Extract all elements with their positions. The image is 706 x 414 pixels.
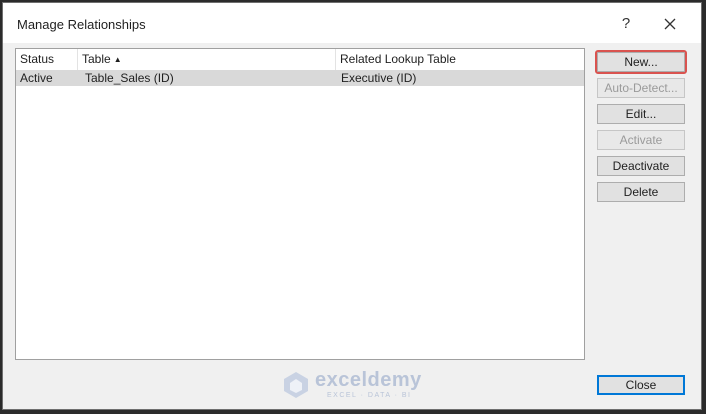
title-bar: Manage Relationships ? bbox=[3, 3, 701, 43]
column-header-label: Related Lookup Table bbox=[340, 52, 456, 66]
relationships-list[interactable]: Status Table ▲ Related Lookup Table Activ… bbox=[15, 48, 585, 360]
column-header-related-lookup-table[interactable]: Related Lookup Table bbox=[336, 49, 584, 70]
exceldemy-watermark: exceldemy EXCEL · DATA · BI bbox=[283, 369, 433, 403]
help-button[interactable]: ? bbox=[615, 13, 637, 35]
deactivate-button[interactable]: Deactivate bbox=[597, 156, 685, 176]
row-status: Active bbox=[20, 71, 53, 85]
dialog-body: Status Table ▲ Related Lookup Table Activ… bbox=[3, 43, 701, 409]
watermark-tagline: EXCEL · DATA · BI bbox=[327, 392, 412, 399]
row-related-lookup-table: Executive (ID) bbox=[341, 71, 417, 85]
edit-button[interactable]: Edit... bbox=[597, 104, 685, 124]
sort-ascending-icon: ▲ bbox=[113, 55, 122, 64]
manage-relationships-dialog: Manage Relationships ? Status Table ▲ Rel… bbox=[2, 2, 702, 410]
exceldemy-logo-icon bbox=[283, 371, 309, 399]
dialog-title: Manage Relationships bbox=[17, 17, 146, 32]
row-table: Table_Sales (ID) bbox=[85, 71, 174, 85]
watermark-name: exceldemy bbox=[315, 369, 422, 391]
table-row[interactable]: Active Table_Sales (ID) Executive (ID) bbox=[16, 70, 584, 86]
list-header: Status Table ▲ Related Lookup Table bbox=[16, 49, 584, 71]
close-button[interactable]: Close bbox=[597, 375, 685, 395]
new-button[interactable]: New... bbox=[595, 50, 687, 74]
column-header-label: Table bbox=[82, 52, 111, 66]
activate-button[interactable]: Activate bbox=[597, 130, 685, 150]
close-icon[interactable] bbox=[659, 13, 681, 35]
column-header-status[interactable]: Status bbox=[16, 49, 78, 70]
auto-detect-button[interactable]: Auto-Detect... bbox=[597, 78, 685, 98]
column-header-table[interactable]: Table ▲ bbox=[78, 49, 336, 70]
column-header-label: Status bbox=[20, 52, 55, 66]
delete-button[interactable]: Delete bbox=[597, 182, 685, 202]
